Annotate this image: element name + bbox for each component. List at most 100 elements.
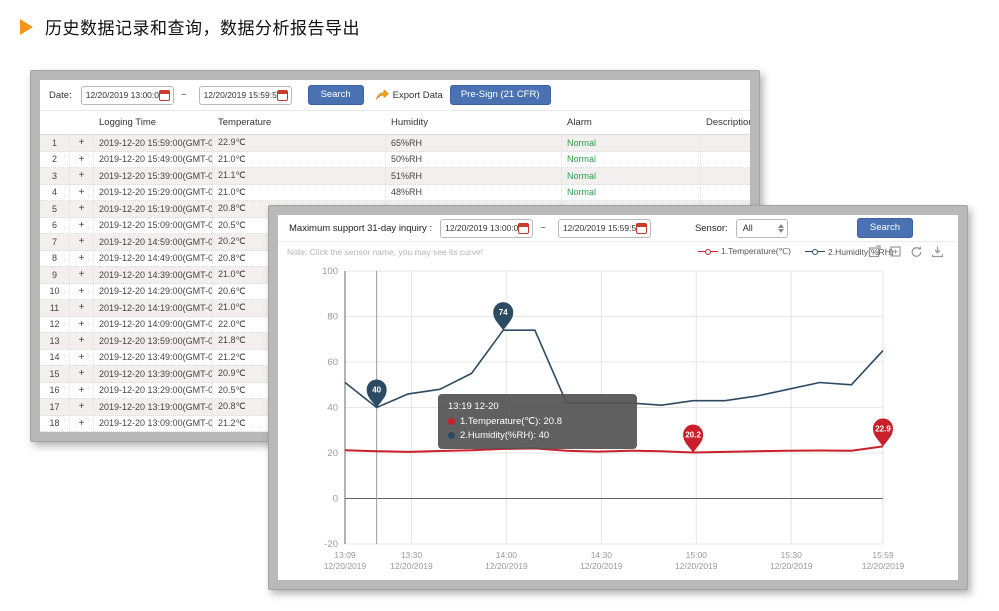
legend-line-icon [818, 251, 825, 253]
tooltip-title: 13:19 12-20 [448, 401, 627, 412]
chart-query-bar: Maximum support 31-day inquiry : ~ Senso… [278, 215, 958, 242]
markpoint-label: 22.9 [875, 424, 891, 433]
y-tick-label: 0 [333, 494, 338, 505]
tooltip-humidity-line: 2.Humidity(%RH): 40 [448, 430, 627, 441]
page: 历史数据记录和查询，数据分析报告导出 Date: ~ Search [0, 0, 999, 611]
row-expand-icon[interactable]: + [70, 350, 94, 366]
chart-search-button[interactable]: Search [857, 218, 913, 238]
col-temperature: Temperature [213, 117, 386, 128]
chart-window: Maximum support 31-day inquiry : ~ Senso… [268, 205, 968, 590]
row-expand-icon[interactable]: + [70, 416, 94, 432]
y-tick-label: 80 [327, 312, 338, 323]
table-row[interactable]: 2+2019-12-20 15:49:00(GMT-05:021.0℃50%RH… [40, 152, 750, 169]
cell-logging-time: 2019-12-20 13:09:00(GMT-05:0 [94, 416, 213, 432]
row-expand-icon[interactable]: + [70, 383, 94, 399]
save-image-icon[interactable] [931, 245, 944, 258]
row-number: 4 [40, 185, 70, 201]
row-expand-icon[interactable]: + [70, 399, 94, 415]
calendar-icon[interactable] [518, 223, 529, 234]
zoom-reset-icon[interactable] [889, 245, 902, 258]
cell-description [701, 168, 750, 184]
x-tick-time: 15:30 [781, 550, 803, 560]
table-row[interactable]: 3+2019-12-20 15:39:00(GMT-05:021.1℃51%RH… [40, 168, 750, 185]
legend-line-icon [805, 251, 812, 253]
y-tick-label: -20 [324, 539, 338, 550]
cell-description [701, 185, 750, 201]
calendar-icon[interactable] [159, 90, 170, 101]
zoom-select-icon[interactable] [868, 245, 881, 258]
chart-date-to-input[interactable] [563, 223, 636, 233]
markpoint-label: 74 [499, 308, 508, 317]
cell-logging-time: 2019-12-20 13:29:00(GMT-05:0 [94, 383, 213, 399]
cell-alarm: Normal [562, 152, 701, 168]
x-tick-date: 12/20/2019 [675, 561, 718, 571]
cell-logging-time: 2019-12-20 15:19:00(GMT-05:0 [94, 201, 213, 217]
x-tick-date: 12/20/2019 [324, 561, 367, 571]
row-number: 17 [40, 399, 70, 415]
markpoint-label: 40 [372, 386, 381, 395]
row-expand-icon[interactable]: + [70, 135, 94, 151]
x-tick-date: 12/20/2019 [485, 561, 528, 571]
row-expand-icon[interactable]: + [70, 251, 94, 267]
cell-logging-time: 2019-12-20 15:39:00(GMT-05:0 [94, 168, 213, 184]
legend-line-icon [698, 251, 705, 253]
row-expand-icon[interactable]: + [70, 284, 94, 300]
date-from-box [81, 86, 174, 105]
cell-logging-time: 2019-12-20 14:09:00(GMT-05:0 [94, 317, 213, 333]
chart-plot[interactable]: 100806040200-2013:0912/20/201913:3012/20… [278, 263, 958, 580]
row-expand-icon[interactable]: + [70, 168, 94, 184]
cell-logging-time: 2019-12-20 15:09:00(GMT-05:0 [94, 218, 213, 234]
row-expand-icon[interactable]: + [70, 333, 94, 349]
sensor-select[interactable]: All [736, 219, 788, 238]
y-tick-label: 60 [327, 357, 338, 368]
row-expand-icon[interactable]: + [70, 218, 94, 234]
date-to-box [199, 86, 292, 105]
date-from-input[interactable] [86, 90, 159, 100]
row-expand-icon[interactable]: + [70, 317, 94, 333]
row-number: 16 [40, 383, 70, 399]
row-expand-icon[interactable]: + [70, 366, 94, 382]
chart-tooltip: 13:19 12-20 1.Temperature(℃): 20.8 2.Hum… [438, 394, 637, 449]
x-tick-date: 12/20/2019 [862, 561, 905, 571]
row-number: 1 [40, 135, 70, 151]
row-expand-icon[interactable]: + [70, 152, 94, 168]
restore-icon[interactable] [910, 245, 923, 258]
calendar-icon[interactable] [636, 223, 647, 234]
x-tick-time: 13:09 [334, 550, 356, 560]
row-number: 7 [40, 234, 70, 250]
row-number: 8 [40, 251, 70, 267]
cell-alarm: Normal [562, 168, 701, 184]
col-logging-time: Logging Time [94, 117, 213, 128]
export-data-button[interactable]: Export Data [375, 89, 443, 101]
table-row[interactable]: 4+2019-12-20 15:29:00(GMT-05:021.0℃48%RH… [40, 185, 750, 202]
row-expand-icon[interactable]: + [70, 185, 94, 201]
legend-temperature[interactable]: 1.Temperature(℃) [698, 246, 791, 257]
row-expand-icon[interactable]: + [70, 300, 94, 316]
chart-date-from-input[interactable] [445, 223, 518, 233]
presign-button[interactable]: Pre-Sign (21 CFR) [450, 85, 551, 105]
date-to-input[interactable] [204, 90, 277, 100]
date-range-separator: ~ [540, 223, 546, 234]
row-number: 11 [40, 300, 70, 316]
export-data-label: Export Data [393, 90, 443, 101]
chart-legend: 1.Temperature(℃) 2.Humidity(%RH) [698, 246, 894, 257]
row-number: 13 [40, 333, 70, 349]
search-button[interactable]: Search [308, 85, 364, 105]
temperature-dot-icon [448, 418, 455, 425]
cell-logging-time: 2019-12-20 14:39:00(GMT-05:0 [94, 267, 213, 283]
cell-alarm: Normal [562, 185, 701, 201]
export-arrow-icon [375, 89, 389, 101]
row-expand-icon[interactable]: + [70, 234, 94, 250]
cell-alarm: Normal [562, 135, 701, 151]
row-expand-icon[interactable]: + [70, 267, 94, 283]
table-row[interactable]: 1+2019-12-20 15:59:00(GMT-05:022.9℃65%RH… [40, 135, 750, 152]
x-tick-date: 12/20/2019 [390, 561, 433, 571]
col-alarm: Alarm [562, 117, 701, 128]
x-tick-time: 14:00 [496, 550, 518, 560]
row-expand-icon[interactable]: + [70, 201, 94, 217]
chart-subheader: Note: Click the sensor name, you may see… [278, 242, 958, 263]
page-title: 历史数据记录和查询，数据分析报告导出 [45, 14, 360, 39]
calendar-icon[interactable] [277, 90, 288, 101]
cell-logging-time: 2019-12-20 13:39:00(GMT-05:0 [94, 366, 213, 382]
cell-logging-time: 2019-12-20 14:19:00(GMT-05:0 [94, 300, 213, 316]
